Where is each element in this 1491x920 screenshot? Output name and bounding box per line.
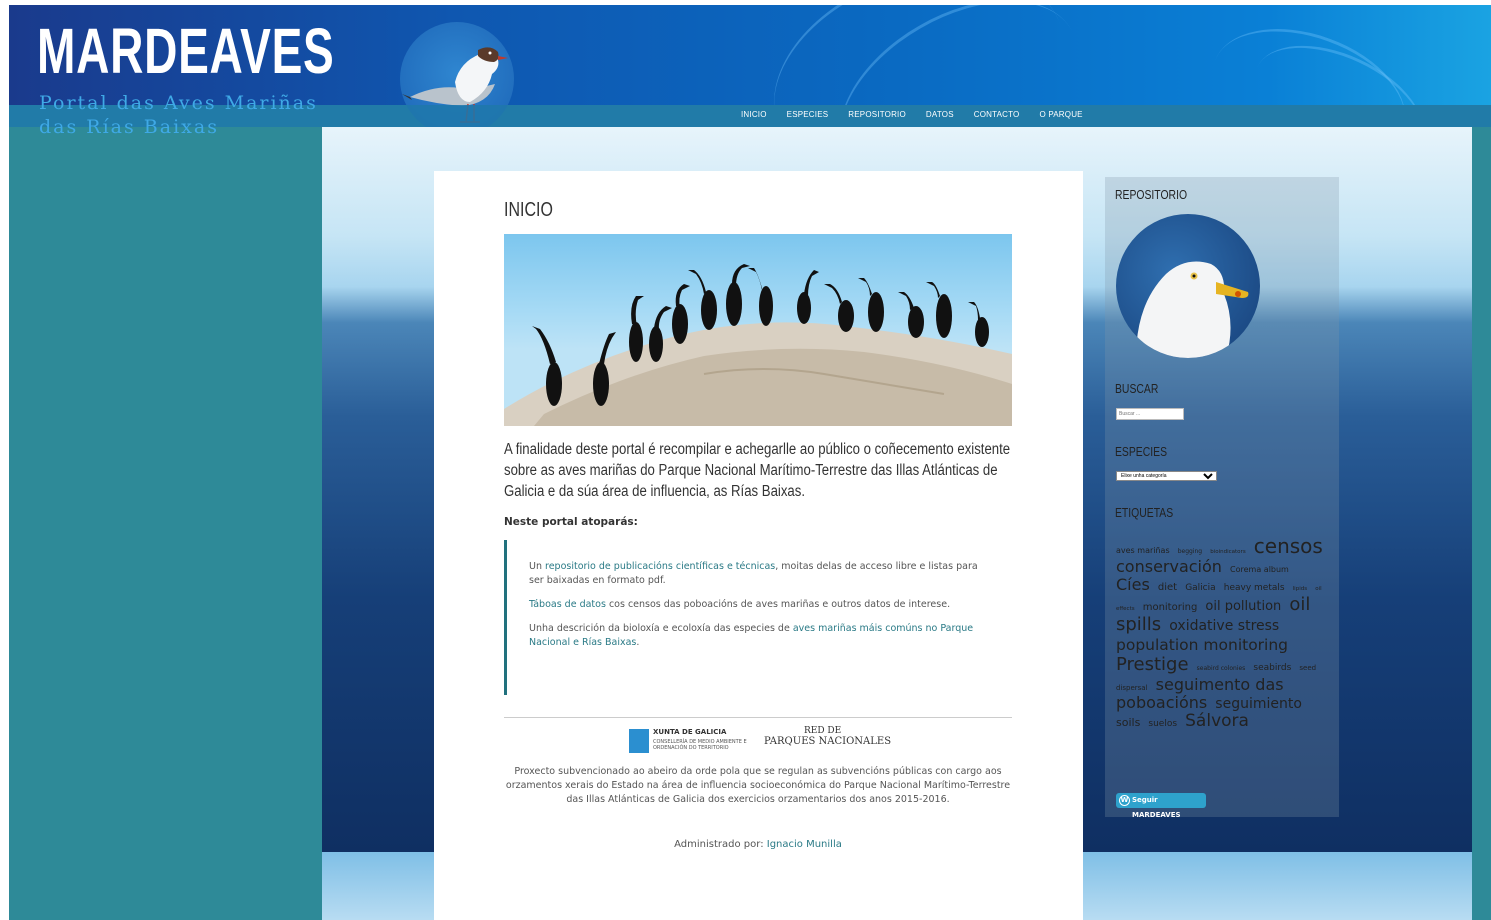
feature-especies: Unha descrición da bioloxía e ecoloxía d… (529, 622, 992, 650)
feature-text: Un (529, 561, 545, 572)
widget-title-buscar: BUSCAR (1115, 381, 1159, 396)
nav-item-contacto[interactable]: CONTACTO (974, 110, 1020, 119)
admin-credit: Administrado por: Ignacio Munilla (504, 839, 1012, 850)
sidebar: REPOSITORIO BUSCAR ESPECIES Elixe unha c… (1105, 177, 1339, 819)
gull-head-icon (1136, 261, 1249, 358)
nav-item-datos[interactable]: DATOS (926, 110, 954, 119)
divider (504, 717, 1012, 718)
tag-link[interactable]: begging (1178, 548, 1202, 555)
find-heading: Neste portal atoparás: (504, 516, 638, 528)
funding-text: Proxecto subvencionado ao abeiro da orde… (505, 766, 1011, 805)
main-nav: INICIO ESPECIES REPOSITORIO DATOS CONTAC… (741, 110, 1103, 119)
tag-link[interactable]: seabird colonies (1197, 665, 1246, 672)
site-tagline: Portal das Aves Mariñas das Rías Baixas (39, 92, 318, 138)
features-blockquote: Un repositorio de publicacións científic… (504, 540, 1012, 695)
tag-link[interactable]: Prestige (1116, 654, 1189, 675)
tag-link[interactable]: population monitoring (1116, 636, 1288, 654)
page-title: INICIO (504, 199, 553, 221)
tag-link[interactable]: monitoring (1143, 602, 1198, 613)
wordpress-icon: W (1119, 795, 1130, 806)
xunta-logo-subtext: CONSELLERÍA DE MEDIO AMBIENTE E ORDENACI… (653, 739, 747, 751)
feature-text: Unha descrición da bioloxía e ecoloxía d… (529, 623, 793, 634)
widget-title-repositorio: REPOSITORIO (1115, 187, 1188, 202)
feature-taboas: Táboas de datos cos censos das poboación… (529, 598, 992, 612)
tag-link[interactable]: lipids (1293, 586, 1307, 592)
tag-link[interactable]: censos (1254, 534, 1323, 558)
nav-item-repositorio[interactable]: REPOSITORIO (848, 110, 906, 119)
site-title[interactable]: MARDEAVES (37, 15, 334, 87)
feature-repositorio: Un repositorio de publicacións científic… (529, 560, 992, 588)
tag-link[interactable]: conservación (1116, 557, 1222, 576)
intro-text: A finalidade deste portal é recompilar e… (504, 441, 1011, 500)
tag-link[interactable]: Galicia (1185, 583, 1215, 593)
tag-link[interactable]: bioindicators (1210, 549, 1245, 555)
page-frame: MARDEAVES Portal das Aves Mariñas das Rí… (9, 5, 1491, 920)
admin-label: Administrado por: (674, 839, 764, 850)
feature-text: . (636, 637, 640, 648)
sponsor-logos: XUNTA DE GALICIA CONSELLERÍA DE MEDIO AM… (629, 726, 899, 756)
link-repositorio[interactable]: repositorio de publicacións científicas … (545, 561, 775, 572)
tag-link[interactable]: oil pollution (1205, 599, 1281, 614)
tag-cloud: aves mariñas begging bioindicators censo… (1116, 535, 1331, 732)
tag-link[interactable]: soils (1116, 716, 1140, 730)
follow-button[interactable]: W Seguir MARDEAVES (1116, 793, 1206, 819)
nav-item-inicio[interactable]: INICIO (741, 110, 767, 119)
widget-title-etiquetas: ETIQUETAS (1115, 505, 1174, 520)
repositorio-gull-image[interactable] (1116, 214, 1260, 358)
tag-link[interactable]: seguimiento (1215, 696, 1302, 712)
rpn-logo-top: RED DE (804, 726, 842, 736)
tag-link[interactable]: oxidative stress (1169, 618, 1279, 634)
hero-image-cormorants (504, 234, 1012, 426)
nav-item-o-parque[interactable]: O PARQUE (1039, 110, 1082, 119)
tag-link[interactable]: Sálvora (1185, 711, 1249, 732)
search-input[interactable] (1116, 408, 1184, 420)
link-taboas-de-datos[interactable]: Táboas de datos (529, 599, 606, 610)
tag-link[interactable]: suelos (1148, 719, 1177, 729)
tag-link[interactable]: Cíes (1116, 575, 1150, 594)
tag-link[interactable]: seabirds (1253, 663, 1291, 673)
tag-link[interactable]: diet (1158, 582, 1177, 593)
tag-link[interactable]: aves mariñas (1116, 546, 1170, 555)
feature-text: cos censos das poboacións de aves mariña… (605, 599, 951, 610)
tag-link[interactable]: Corema album (1230, 565, 1289, 574)
cormorants-illustration (504, 264, 1012, 426)
species-category-select[interactable]: Elixe unha categoría (1116, 471, 1217, 481)
admin-link[interactable]: Ignacio Munilla (767, 839, 842, 850)
nav-item-especies[interactable]: ESPECIES (787, 110, 829, 119)
xunta-logo-icon (629, 729, 649, 753)
rpn-logo-main: PARQUES NACIONALES (764, 736, 892, 747)
site-header: MARDEAVES (9, 5, 1491, 105)
tag-link[interactable]: heavy metals (1224, 583, 1285, 593)
follow-label: Seguir MARDEAVES (1132, 796, 1181, 819)
xunta-logo-text: XUNTA DE GALICIA (653, 728, 727, 736)
widget-title-especies: ESPECIES (1115, 444, 1168, 459)
main-content: INICIO A finalidade deste portal é recom… (434, 171, 1083, 920)
